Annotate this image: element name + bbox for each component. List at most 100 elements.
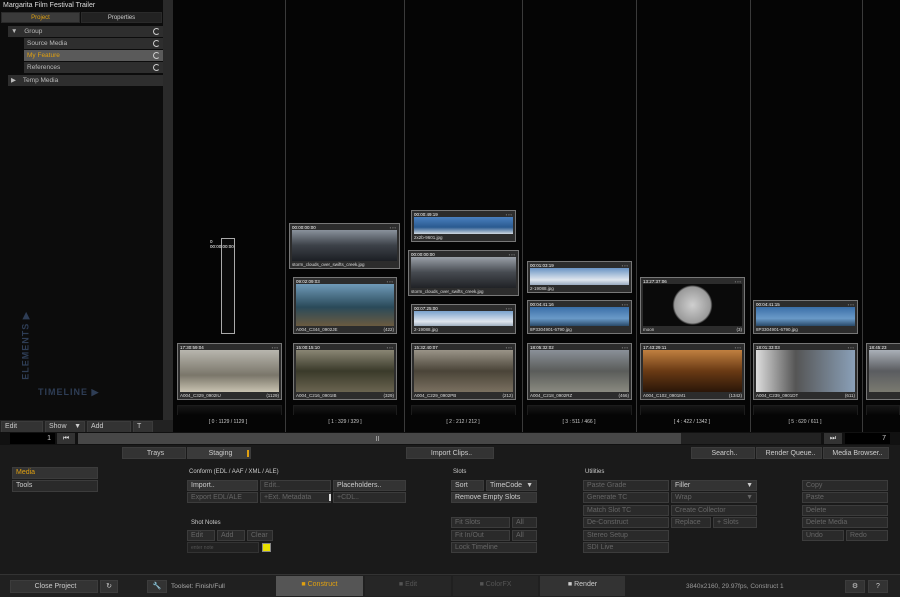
wrench-icon[interactable]: 🔧	[147, 580, 167, 593]
clip-thumbnail	[292, 230, 397, 261]
clip-reflection	[411, 405, 516, 415]
export-edl-button[interactable]: Export EDL/ALE	[187, 492, 258, 503]
menu-media[interactable]: Media	[12, 467, 98, 479]
trays-button[interactable]: Trays	[122, 447, 186, 459]
timeline-clip[interactable]: 18:01:33:03 ▫▫▫ A004_C239_0901DT (611)	[753, 343, 858, 400]
ext-metadata-button[interactable]: +Ext. Metadata	[260, 492, 331, 503]
clip-thumbnail	[296, 284, 394, 326]
search-button[interactable]: Search..	[691, 447, 755, 459]
staging-button[interactable]: Staging	[187, 447, 251, 459]
current-slot-field[interactable]: 1	[10, 433, 55, 444]
timeline-clip[interactable]: 00:07:25:00 ▫▫▫ 2-19088.jpg	[411, 304, 516, 334]
tree-item-temp-media[interactable]: ▶ Temp Media	[8, 75, 163, 86]
tree-item-source-media[interactable]: Source Media	[24, 38, 163, 49]
wrap-dropdown[interactable]: Wrap ▼	[671, 492, 757, 503]
clip-thumbnail	[414, 217, 513, 234]
shot-label: [ 3 : 511 / 466 ]	[562, 419, 596, 425]
delete-button[interactable]: Delete	[802, 505, 888, 516]
fit-in-out-button[interactable]: Fit In/Out	[451, 530, 510, 541]
filler-dropdown[interactable]: Filler ▼	[671, 480, 757, 491]
undo-button[interactable]: Undo	[802, 530, 844, 541]
tree-item-my-feature[interactable]: My Feature	[24, 50, 163, 61]
paste-grade-button[interactable]: Paste Grade	[583, 480, 669, 491]
tree-item-references[interactable]: References	[24, 62, 163, 73]
timeline-clip[interactable]: 00:04:41:16 ▫▫▫ 8P3304901-6790.jpg	[527, 300, 632, 334]
fit-in-out-all-button[interactable]: All	[512, 530, 537, 541]
timeline-clip[interactable]: 00:04:41:15 ▫▫▫ 8P3304901-6790.jpg	[753, 300, 858, 334]
note-input[interactable]: enter note	[187, 542, 259, 553]
replace-button[interactable]: Replace	[671, 517, 711, 528]
timeline-clip[interactable]: 18:45:23	[866, 343, 900, 400]
timeline-clip[interactable]: 00:00:00:00 ▫▫▫ storm_clouds_over_swifts…	[408, 250, 519, 296]
timeline-clip[interactable]: 17:43:29:11 ▫▫▫ A004_C102_0901M1 (1342)	[640, 343, 745, 400]
timeline-clip[interactable]: 15:32:40:07 ▫▫▫ A004_C229_0902PB (212)	[411, 343, 516, 400]
timeline-scrubber: 1 ⏮ ⏭ 7	[0, 432, 900, 445]
edit-conform-button[interactable]: Edit..	[260, 480, 331, 491]
shot-notes-title: Shot Notes	[191, 520, 221, 526]
skip-back-icon[interactable]: ⏮	[57, 433, 75, 444]
tab-properties[interactable]: Properties	[81, 12, 162, 23]
timeline-clip[interactable]: 15:00:15:10 ▫▫▫ A004_C216_0901IB (329)	[293, 343, 397, 400]
note-add-button[interactable]: Add	[217, 530, 245, 541]
timeline-scrollbar[interactable]	[78, 433, 681, 444]
plus-slots-button[interactable]: + Slots	[713, 517, 757, 528]
redo-button[interactable]: Redo	[846, 530, 888, 541]
create-collector-button[interactable]: Create Collector	[671, 505, 757, 516]
timeline-clip[interactable]: 09:02:09:03 ▫▫▫ A004_C344_0902JE (422)	[293, 277, 397, 334]
tree-item-label: Temp Media	[22, 77, 59, 84]
note-edit-button[interactable]: Edit	[187, 530, 215, 541]
sort-button[interactable]: Sort	[451, 480, 484, 491]
sdi-live-button[interactable]: SDI Live	[583, 542, 669, 553]
total-slots-field[interactable]: 7	[845, 433, 890, 444]
tab-edit[interactable]: ■ Edit	[365, 576, 451, 596]
timecode-dropdown[interactable]: TimeCode ▼	[486, 480, 537, 491]
status-bar: Close Project ↻ 🔧 Toolset: Finish/Full ■…	[0, 574, 900, 597]
fit-slots-button[interactable]: Fit Slots	[451, 517, 510, 528]
scroll-handle[interactable]	[376, 436, 379, 441]
gear-icon[interactable]: ⚙	[845, 580, 865, 593]
refresh-icon[interactable]: ↻	[100, 580, 118, 593]
generate-tc-button[interactable]: Generate TC	[583, 492, 669, 503]
project-panel: Margarita Film Festival Trailer Project …	[0, 0, 163, 420]
media-browser-button[interactable]: Media Browser..	[823, 447, 889, 459]
shot-label: [ 5 : 620 / 611 ]	[788, 419, 822, 425]
timeline-clip[interactable]: 13:27:37:06 ▫▫▫ moon (3)	[640, 277, 745, 334]
import-button[interactable]: Import..	[187, 480, 258, 491]
timeline-clip[interactable]: 00:01:03:19 ▫▫▫ 2-19088.jpg	[527, 261, 632, 293]
de-construct-button[interactable]: De-Construct	[583, 517, 669, 528]
timeline-clip[interactable]: 00:00:49:19 ▫▫▫ 2x2b-9601.jpg	[411, 210, 516, 242]
tab-project[interactable]: Project	[1, 12, 80, 23]
timeline-clip[interactable]: 17:30:59:04 ▫▫▫ A004_C329_0902IU (1129)	[177, 343, 282, 400]
match-slot-tc-button[interactable]: Match Slot TC	[583, 505, 669, 516]
paste-button[interactable]: Paste	[802, 492, 888, 503]
close-project-button[interactable]: Close Project	[10, 580, 98, 593]
lock-timeline-button[interactable]: Lock Timeline	[451, 542, 537, 553]
timeline-clip[interactable]: 18:05:32:02 ▫▫▫ A004_C218_0902RZ (466)	[527, 343, 632, 400]
help-button[interactable]: ?	[868, 580, 888, 593]
clip-thumbnail	[756, 350, 855, 392]
toggle-indicator	[329, 494, 331, 501]
placeholders-button[interactable]: Placeholders..	[333, 480, 406, 491]
panel-scrollbar[interactable]	[163, 0, 173, 420]
remove-empty-slots-button[interactable]: Remove Empty Slots	[451, 492, 537, 503]
cdl-button[interactable]: +CDL..	[333, 492, 406, 503]
tab-render[interactable]: ■ Render	[540, 576, 625, 596]
chevron-down-icon: ▼	[746, 482, 753, 489]
stereo-setup-button[interactable]: Stereo Setup	[583, 530, 669, 541]
import-clips-button[interactable]: Import Clips..	[406, 447, 494, 459]
note-color-swatch[interactable]	[262, 543, 271, 552]
copy-button[interactable]: Copy	[802, 480, 888, 491]
delete-media-button[interactable]: Delete Media	[802, 517, 888, 528]
fit-all-button[interactable]: All	[512, 517, 537, 528]
skip-forward-icon[interactable]: ⏭	[824, 433, 842, 444]
tab-construct[interactable]: ■ Construct	[276, 576, 363, 596]
timeline-clip[interactable]: 0 00:00:00:00	[210, 238, 235, 334]
timeline-clip[interactable]: 00:00:00:00 ▫▫▫ storm_clouds_over_swifts…	[289, 223, 400, 269]
menu-tools[interactable]: Tools	[12, 480, 98, 492]
note-clear-button[interactable]: Clear	[247, 530, 273, 541]
timeline-tab[interactable]: TIMELINE ▶	[38, 387, 99, 398]
tab-colorfx[interactable]: ■ ColorFX	[453, 576, 538, 596]
tree-item-group[interactable]: ▼ Group	[8, 26, 163, 37]
render-queue-button[interactable]: Render Queue..	[756, 447, 822, 459]
elements-tab[interactable]: ELEMENTS ▶	[21, 311, 32, 379]
